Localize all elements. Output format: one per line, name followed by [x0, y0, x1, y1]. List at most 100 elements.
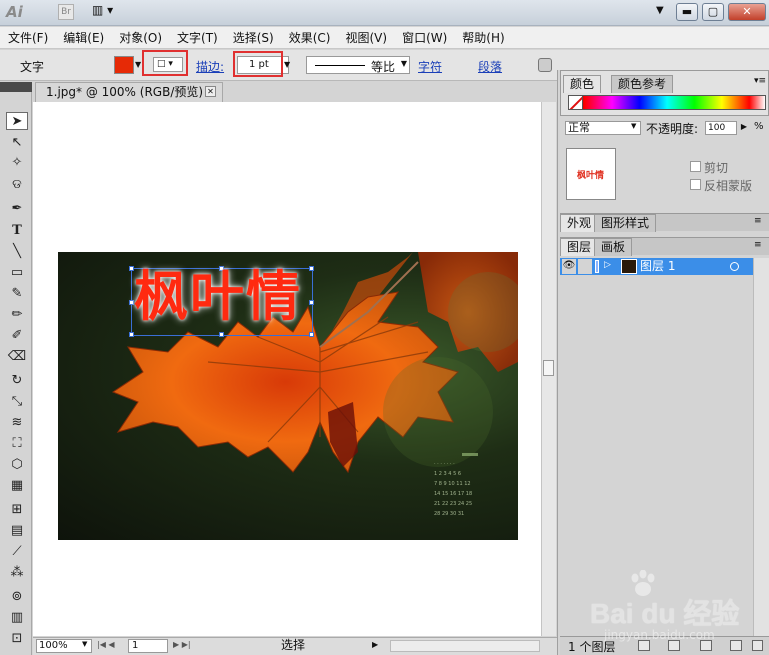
shape-builder-tool-icon[interactable]: ⬡ [6, 456, 28, 474]
minimize-button[interactable]: ▬ [676, 3, 698, 21]
status-menu-arrow-icon[interactable]: ▶ [372, 640, 378, 649]
tab-layers[interactable]: 图层 [560, 238, 599, 256]
magic-wand-tool-icon[interactable]: ✧ [6, 154, 28, 172]
opacity-unit: % [754, 121, 764, 132]
menu-select[interactable]: 选择(S) [233, 29, 274, 46]
menu-edit[interactable]: 编辑(E) [63, 29, 104, 46]
stroke-link[interactable]: 描边: [196, 58, 224, 75]
menu-view[interactable]: 视图(V) [345, 29, 387, 46]
blob-brush-tool-icon[interactable]: ✐ [6, 327, 28, 345]
bridge-button[interactable]: Br [58, 4, 74, 20]
selection-tool-icon[interactable]: ➤ [6, 112, 28, 130]
layer-color-marker [595, 260, 599, 273]
menu-file[interactable]: 文件(F) [8, 29, 48, 46]
direct-selection-tool-icon[interactable]: ↖ [6, 134, 28, 152]
workspace-dropdown-icon[interactable]: ▼ [656, 5, 664, 16]
character-link[interactable]: 字符 [418, 58, 442, 75]
stroke-weight-dropdown-icon[interactable]: ▼ [284, 60, 290, 69]
menu-effect[interactable]: 效果(C) [289, 29, 331, 46]
next-page-icon[interactable]: ▶ ▶| [173, 640, 191, 649]
ai-logo: Ai [6, 3, 23, 21]
opacity-slider-arrow-icon[interactable]: ▶ [738, 122, 750, 134]
expand-triangle-icon[interactable]: ▷ [604, 260, 611, 270]
watermark-text: Bai du 经验 [590, 598, 740, 629]
fill-color-swatch[interactable] [114, 56, 134, 74]
chevron-down-icon: ▼ [400, 59, 407, 68]
tool-label: 文字 [20, 60, 45, 74]
first-page-icon[interactable]: |◀ ◀ [97, 640, 115, 649]
rectangle-tool-icon[interactable]: ▭ [6, 264, 28, 282]
menu-object[interactable]: 对象(O) [119, 29, 162, 46]
layer-name[interactable]: 图层 1 [640, 259, 675, 274]
document-setup-icon[interactable] [538, 58, 552, 72]
type-tool-icon[interactable]: T [6, 222, 28, 240]
opacity-label: 不透明度: [646, 122, 699, 136]
watermark: Bai du 经验 jingyan.baidu.com [590, 570, 765, 650]
target-icon[interactable] [730, 262, 739, 271]
scale-tool-icon[interactable]: ⤡ [6, 393, 28, 411]
tab-appearance[interactable]: 外观 [560, 214, 599, 232]
rotate-tool-icon[interactable]: ↻ [6, 372, 28, 390]
tools-panel-header[interactable] [0, 82, 32, 92]
resize-handle[interactable] [309, 266, 314, 271]
clip-checkbox[interactable] [690, 161, 701, 172]
menu-help[interactable]: 帮助(H) [462, 29, 504, 46]
mesh-tool-icon[interactable]: ⊞ [6, 501, 28, 519]
lasso-tool-icon[interactable]: ଡ [6, 176, 28, 194]
stroke-profile-dropdown[interactable]: 等比 ▼ [306, 56, 410, 74]
paintbrush-tool-icon[interactable]: ✎ [6, 285, 28, 303]
tab-color-guide[interactable]: 颜色参考 [611, 75, 674, 93]
svg-text:1 2 3 4 5 6: 1 2 3 4 5 6 [434, 471, 461, 477]
menu-window[interactable]: 窗口(W) [402, 29, 447, 46]
none-color-swatch[interactable] [568, 95, 583, 110]
chevron-down-icon[interactable]: ▼ [631, 122, 636, 130]
gradient-tool-icon[interactable]: ▤ [6, 522, 28, 540]
calendar-grid-graphic: · · · · · · · 1 2 3 4 5 6 7 8 9 10 11 12… [434, 453, 478, 517]
panel-menu-icon[interactable]: ≡ [754, 216, 762, 226]
close-icon[interactable]: ✕ [205, 86, 216, 97]
resize-handle[interactable] [129, 332, 134, 337]
menu-type[interactable]: 文字(T) [177, 29, 218, 46]
fill-dropdown-icon[interactable]: ▼ [135, 60, 141, 69]
blend-mode-select[interactable]: 正常 [565, 121, 641, 135]
blend-tool-icon[interactable]: ⁂ [6, 564, 28, 582]
panel-menu-icon[interactable]: ≡ [754, 240, 762, 250]
tab-graphic-styles[interactable]: 图形样式 [594, 214, 657, 232]
document-tab[interactable]: 1.jpg* @ 100% (RGB/预览) [35, 82, 223, 102]
profile-line [315, 65, 365, 66]
lock-toggle[interactable] [578, 259, 592, 274]
resize-handle[interactable] [309, 300, 314, 305]
perspective-grid-tool-icon[interactable]: ▦ [6, 477, 28, 495]
tab-artboards[interactable]: 画板 [594, 238, 633, 256]
status-label[interactable]: 选择 [205, 639, 381, 653]
vertical-scroll-thumb[interactable] [543, 360, 554, 376]
color-spectrum[interactable] [568, 95, 766, 110]
artboard-tool-icon[interactable]: ⊡ [6, 630, 28, 648]
eyedropper-tool-icon[interactable]: ⟋ [6, 543, 28, 561]
eraser-tool-icon[interactable]: ⌫ [6, 348, 28, 366]
artboard-number-field[interactable]: 1 [128, 639, 168, 653]
object-thumbnail: 枫叶情 [566, 148, 616, 200]
artboard-title-text[interactable]: 枫叶情 [134, 266, 302, 328]
panel-menu-icon[interactable]: ▾≡ [754, 76, 766, 86]
arrange-documents-icon[interactable]: ▥ ▾ [92, 3, 122, 21]
free-transform-tool-icon[interactable]: ⛶ [6, 435, 28, 453]
resize-handle[interactable] [219, 332, 224, 337]
thumbnail-text: 枫叶情 [577, 171, 605, 181]
pencil-tool-icon[interactable]: ✏ [6, 306, 28, 324]
symbol-sprayer-tool-icon[interactable]: ⊚ [6, 588, 28, 606]
zoom-dropdown-icon[interactable]: ▼ [82, 640, 87, 648]
eye-icon[interactable]: 👁 [562, 259, 576, 274]
horizontal-scrollbar[interactable] [390, 640, 540, 652]
restore-button[interactable]: ▢ [702, 3, 724, 21]
tab-color[interactable]: 颜色 [563, 75, 602, 93]
paragraph-link[interactable]: 段落 [478, 58, 502, 75]
pen-tool-icon[interactable]: ✒ [6, 200, 28, 218]
opacity-field[interactable]: 100 [705, 121, 737, 135]
column-graph-tool-icon[interactable]: ▥ [6, 609, 28, 627]
close-button[interactable]: ✕ [728, 3, 766, 21]
warp-tool-icon[interactable]: ≋ [6, 414, 28, 432]
resize-handle[interactable] [309, 332, 314, 337]
line-tool-icon[interactable]: ╲ [6, 243, 28, 261]
invert-mask-checkbox[interactable] [690, 179, 701, 190]
